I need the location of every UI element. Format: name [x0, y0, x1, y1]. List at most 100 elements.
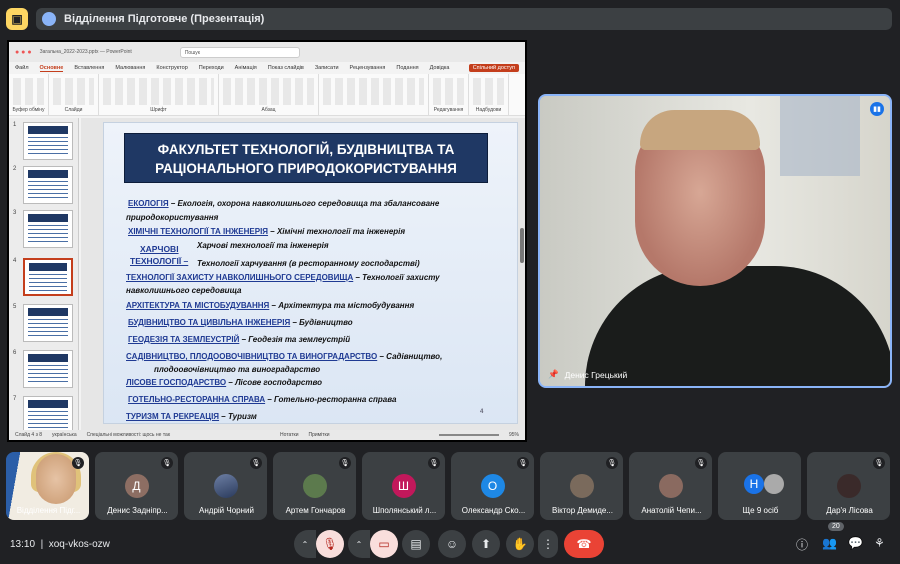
presentation-title: Відділення Підготовче (Презентація) [64, 13, 265, 25]
slide-row: ТЕХНОЛОГІЇ – [130, 256, 189, 266]
mic-off-icon: 🎙 [517, 457, 529, 469]
menu-insert[interactable]: Вставлення [74, 65, 104, 71]
slide-row: ЕКОЛОГІЯ – Екологія, охорона навколишньо… [128, 199, 440, 208]
avatar [836, 474, 861, 498]
ribbon-addins[interactable]: Надбудови [469, 74, 509, 115]
mic-off-icon: 🎙 [695, 457, 707, 469]
presentation-chip[interactable]: Відділення Підготовче (Презентація) [36, 8, 892, 30]
participant-strip: 🎙 Відділення Підг... 🎙 Д Денис Задніпр..… [0, 452, 900, 520]
thumb-slide-3[interactable] [23, 210, 73, 248]
thumb-slide-7[interactable] [23, 396, 73, 434]
ppt-statusbar: Слайд 4 з 8 українська Спеціальні можлив… [9, 430, 525, 440]
participant-tile[interactable]: 🎙 Д Денис Задніпр... [95, 452, 178, 520]
more-participants-tile[interactable]: Н Ще 9 осіб [718, 452, 801, 520]
participant-tile[interactable]: 🎙 Відділення Підг... [6, 452, 89, 520]
ribbon-clipboard[interactable]: Буфер обміну [9, 74, 49, 115]
participant-tile[interactable]: 🎙 Анатолій Чепи... [629, 452, 712, 520]
speaker-label: 📌 Денис Грецький [548, 369, 628, 380]
mic-toggle-button[interactable]: 🎙 [316, 530, 344, 558]
more-options-icon[interactable]: ⋮ [538, 530, 558, 558]
audio-options-chevron-icon[interactable]: ⌃ [294, 530, 316, 558]
avatar [213, 474, 238, 498]
participant-tile[interactable]: 🎙 Ш Шполянський л... [362, 452, 445, 520]
ppt-search-input[interactable]: Пошук [179, 46, 300, 58]
slide-title: ФАКУЛЬТЕТ ТЕХНОЛОГІЙ, БУДІВНИЦТВА ТА РАЦ… [124, 133, 488, 183]
avatar: О [480, 474, 505, 498]
participant-tile[interactable]: 🎙 Артем Гончаров [273, 452, 356, 520]
slide-row: АРХІТЕКТУРА ТА МІСТОБУДУВАННЯ – Архітект… [126, 301, 415, 310]
thumb-slide-5[interactable] [23, 304, 73, 342]
slide-row: ХІМІЧНІ ТЕХНОЛОГІЇ ТА ІНЖЕНЕРІЯ – Хімічн… [128, 227, 406, 236]
avatar [569, 474, 594, 498]
participant-tile[interactable]: 🎙 Віктор Демиде... [540, 452, 623, 520]
menu-transitions[interactable]: Переходи [199, 65, 224, 71]
slide-row: ТЕХНОЛОГІЇ ЗАХИСТУ НАВКОЛИШНЬОГО СЕРЕДОВ… [126, 273, 440, 282]
menu-animation[interactable]: Анімація [235, 65, 257, 71]
menu-file[interactable]: Файл [15, 65, 29, 71]
menu-review[interactable]: Рецензування [350, 65, 386, 71]
menu-design[interactable]: Конструктор [156, 65, 187, 71]
trident-emblem [780, 96, 860, 176]
speaker-video[interactable]: ▮▮ 📌 Денис Грецький [538, 94, 892, 388]
avatar [764, 474, 784, 494]
thumb-slide-6[interactable] [23, 350, 73, 388]
ribbon-paragraph[interactable]: Абзац [219, 74, 319, 115]
menu-help[interactable]: Довідка [430, 65, 450, 71]
slide-thumbnails: 1 2 3 4 5 6 7 [9, 118, 79, 434]
present-stop-icon[interactable]: ▣ [6, 8, 28, 30]
participant-tile[interactable]: 🎙 Дар'я Лісова [807, 452, 890, 520]
info-icon[interactable]: ⓘ [796, 536, 808, 553]
comments-button[interactable]: Примітки [309, 432, 330, 438]
ribbon-editing[interactable]: Редагування [429, 74, 469, 115]
slide-row: природокористування [126, 213, 219, 222]
menu-slideshow[interactable]: Показ слайдів [268, 65, 304, 71]
thumb-slide-2[interactable] [23, 166, 73, 204]
zoom-slider[interactable] [438, 434, 499, 436]
meeting-info: 13:10 | xoq-vkos-ozw [10, 538, 110, 550]
menu-home[interactable]: Основне [39, 65, 64, 72]
video-options-chevron-icon[interactable]: ⌃ [348, 530, 370, 558]
thumb-slide-1[interactable] [23, 122, 73, 160]
camera-toggle-button[interactable]: ▭ [370, 530, 398, 558]
participant-tile[interactable]: 🎙 Андрій Чорний [184, 452, 267, 520]
menu-view[interactable]: Подання [396, 65, 418, 71]
slide-row: ХАРЧОВІ [140, 244, 179, 254]
editor-scrollbar[interactable] [520, 118, 525, 430]
slide-page-number: 4 [480, 409, 484, 415]
people-count-badge: 20 [828, 522, 844, 531]
slide-row: Технології харчування (в ресторанному го… [197, 259, 420, 268]
current-slide[interactable]: ФАКУЛЬТЕТ ТЕХНОЛОГІЙ, БУДІВНИЦТВА ТА РАЦ… [103, 122, 518, 424]
present-button[interactable]: ⬆ [472, 530, 500, 558]
participant-tile[interactable]: 🎙 О Олександр Ско... [451, 452, 534, 520]
pin-icon[interactable]: 📌 [548, 369, 559, 380]
reactions-button[interactable]: ☺ [438, 530, 466, 558]
ribbon-font[interactable]: Шрифт [99, 74, 219, 115]
ribbon-drawing[interactable] [319, 74, 429, 115]
ribbon-slides[interactable]: Слайди [49, 74, 99, 115]
slide-row: САДІВНИЦТВО, ПЛОДООВОЧІВНИЦТВО ТА ВИНОГР… [126, 352, 443, 361]
slide-row: ЛІСОВЕ ГОСПОДАРСТВО – Лісове господарств… [126, 378, 322, 387]
slide-row: ГОТЕЛЬНО-РЕСТОРАННА СПРАВА – Готельно-ре… [128, 395, 397, 404]
window-controls-icon[interactable]: ● ● ● [15, 49, 32, 56]
slide-row: БУДІВНИЦТВО ТА ЦИВІЛЬНА ІНЖЕНЕРІЯ – Буді… [128, 318, 353, 327]
menu-record[interactable]: Записати [315, 65, 339, 71]
thumb-slide-4[interactable] [23, 258, 73, 296]
activities-icon[interactable]: ⚘ [874, 536, 885, 550]
menu-draw[interactable]: Малювання [115, 65, 145, 71]
mic-off-icon: 🎙 [72, 457, 84, 469]
slide-row: навколишнього середовища [126, 286, 242, 295]
people-icon[interactable]: 👥 [822, 536, 837, 550]
slide-row: ГЕОДЕЗІЯ ТА ЗЕМЛЕУСТРІЙ – Геодезія та зе… [128, 335, 351, 344]
raise-hand-button[interactable]: ✋ [506, 530, 534, 558]
mic-off-icon: 🎙 [428, 457, 440, 469]
captions-button[interactable]: ▤ [402, 530, 430, 558]
zoom-level: 95% [508, 432, 519, 438]
share-button[interactable]: Спільний доступ [468, 64, 519, 72]
leave-call-button[interactable]: ☎ [564, 530, 604, 558]
slide-editor: ФАКУЛЬТЕТ ТЕХНОЛОГІЙ, БУДІВНИЦТВА ТА РАЦ… [81, 118, 525, 430]
notes-button[interactable]: Нотатки [280, 432, 298, 438]
slide-row: ТУРИЗМ ТА РЕКРЕАЦІЯ – Туризм [126, 412, 257, 421]
speaking-indicator-icon: ▮▮ [870, 102, 884, 116]
chat-icon[interactable]: 💬 [848, 536, 863, 550]
ppt-titlebar: ● ● ● Загальна_2022-2023.pptx — PowerPoi… [9, 42, 525, 62]
